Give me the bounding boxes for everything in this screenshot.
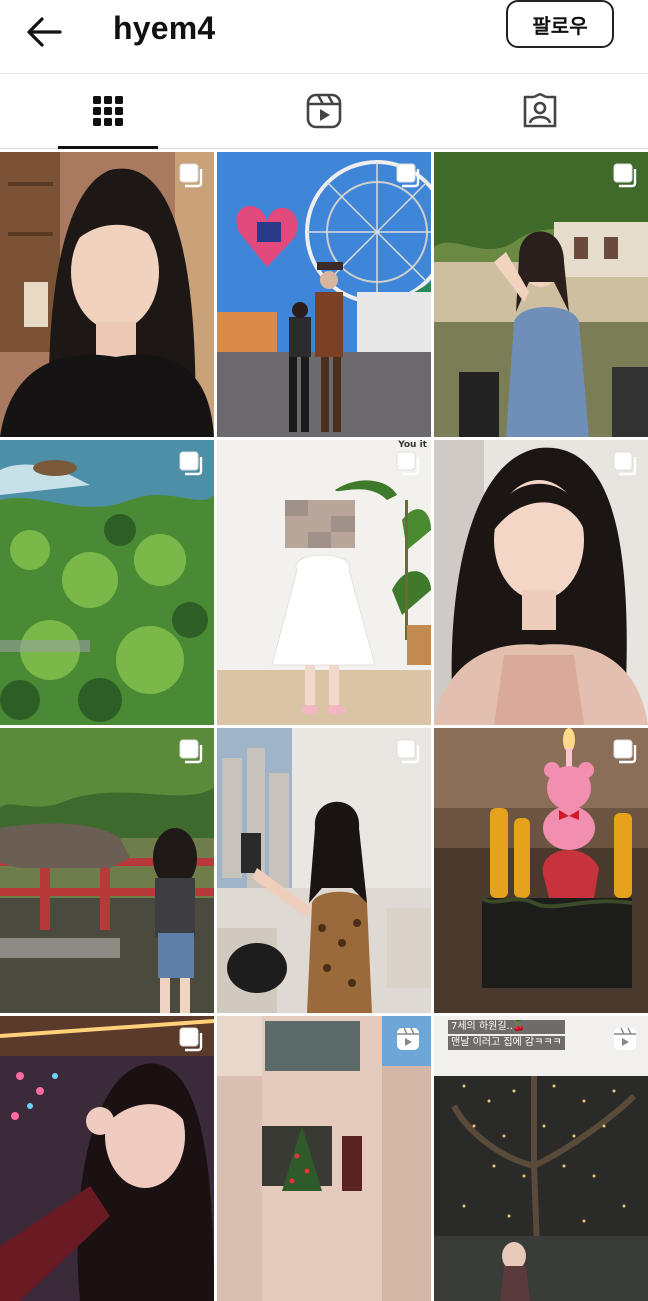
garden-photo: [434, 152, 648, 437]
follow-button[interactable]: 팔로우: [506, 0, 614, 48]
farm-photo: [0, 728, 214, 1013]
post-thumbnail[interactable]: [0, 440, 214, 725]
tab-reels[interactable]: [216, 74, 432, 148]
reels-icon: [306, 93, 342, 129]
post-thumbnail[interactable]: You it: [217, 440, 431, 725]
posts-grid: You it 7세의 하원길..🍒 맨날 이러고 집에 감ㅋㅋㅋ: [0, 152, 648, 1301]
post-thumbnail[interactable]: [217, 1016, 431, 1301]
grid-icon: [93, 96, 123, 126]
tagged-icon: [523, 93, 557, 128]
profile-tabs: [0, 73, 648, 149]
child-photo: [217, 440, 431, 725]
post-thumbnail[interactable]: [0, 728, 214, 1013]
arrow-left-icon: [27, 17, 62, 47]
carousel-icon: [179, 451, 203, 476]
profile-header: hyem4 팔로우: [0, 0, 648, 72]
caption-line: 7세의 하원길..🍒: [448, 1020, 565, 1034]
building-tree-photo: [217, 1016, 431, 1301]
post-thumbnail[interactable]: [434, 152, 648, 437]
post-thumbnail[interactable]: [434, 440, 648, 725]
selfie-photo: [434, 440, 648, 725]
selfie-photo: [0, 152, 214, 437]
profile-username: hyem4: [113, 10, 216, 46]
carousel-icon: [613, 739, 637, 764]
carousel-icon: [396, 163, 420, 188]
post-corner-text: You it: [398, 440, 427, 450]
post-thumbnail[interactable]: [434, 728, 648, 1013]
reel-icon: [614, 1027, 636, 1050]
carousel-icon: [396, 451, 420, 476]
post-thumbnail[interactable]: [0, 152, 214, 437]
carousel-icon: [396, 739, 420, 764]
carousel-icon: [179, 163, 203, 188]
night-selfie-photo: [0, 1016, 214, 1301]
tab-tagged[interactable]: [432, 74, 648, 148]
night-tree-photo: [434, 1016, 648, 1301]
back-button[interactable]: [22, 12, 66, 52]
tab-posts-grid[interactable]: [0, 74, 216, 148]
mirror-selfie-photo: [217, 728, 431, 1013]
carousel-icon: [179, 1027, 203, 1052]
post-thumbnail[interactable]: [217, 152, 431, 437]
birthday-photo: [434, 728, 648, 1013]
carousel-icon: [179, 739, 203, 764]
ferris-wheel-photo: [217, 152, 431, 437]
caption-line: 맨날 이러고 집에 감ㅋㅋㅋ: [448, 1036, 565, 1050]
active-tab-indicator: [58, 146, 158, 149]
reel-icon: [397, 1027, 419, 1050]
post-thumbnail[interactable]: [217, 728, 431, 1013]
reel-caption: 7세의 하원길..🍒 맨날 이러고 집에 감ㅋㅋㅋ: [448, 1020, 565, 1052]
post-thumbnail[interactable]: 7세의 하원길..🍒 맨날 이러고 집에 감ㅋㅋㅋ: [434, 1016, 648, 1301]
coast-photo: [0, 440, 214, 725]
carousel-icon: [613, 451, 637, 476]
post-thumbnail[interactable]: [0, 1016, 214, 1301]
carousel-icon: [613, 163, 637, 188]
